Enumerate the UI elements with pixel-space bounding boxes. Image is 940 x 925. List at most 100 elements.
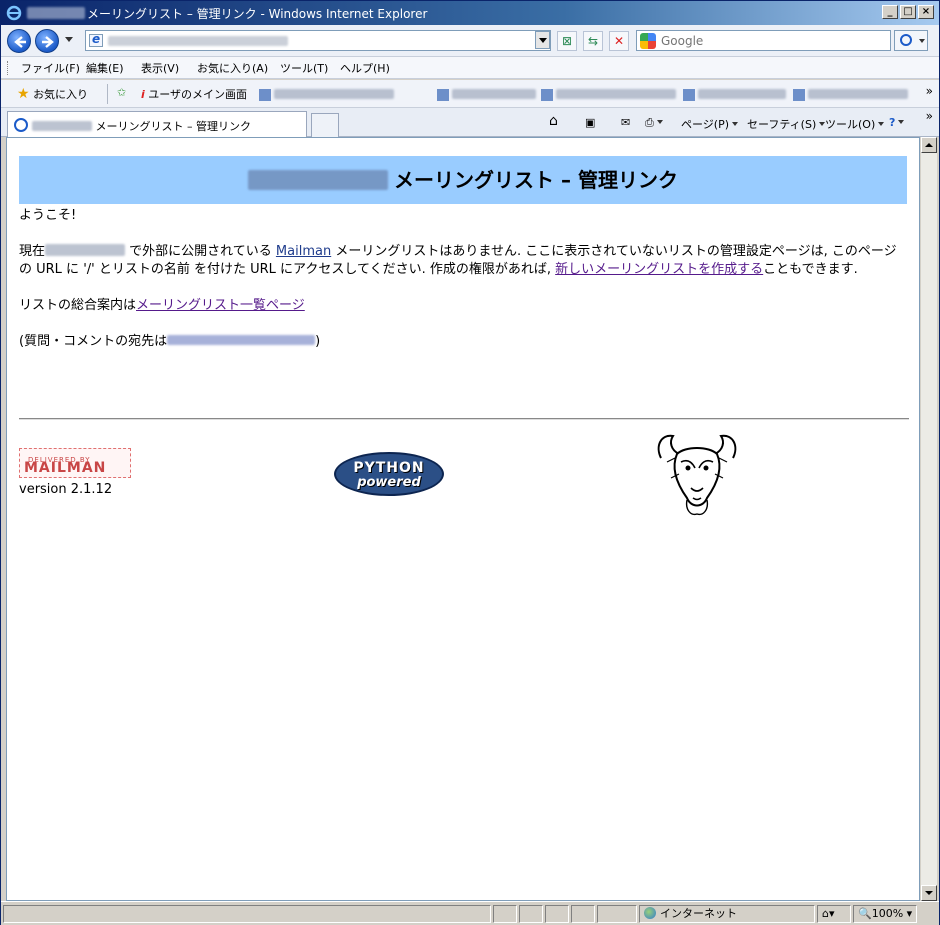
- status-pane-5: [597, 905, 637, 923]
- page-menu[interactable]: ページ(P): [681, 116, 738, 132]
- favorite-page-icon: [683, 89, 695, 101]
- scroll-up-button[interactable]: [921, 137, 937, 153]
- status-bar: インターネット ⌂▾ 🔍100% ▾: [1, 901, 939, 925]
- scroll-down-button[interactable]: [921, 885, 937, 901]
- add-favorite-icon[interactable]: ✩: [117, 86, 126, 99]
- toolbar-grip: [7, 61, 9, 75]
- mail-icon[interactable]: ✉: [621, 116, 630, 129]
- status-pane-1: [493, 905, 517, 923]
- zoom-button[interactable]: 🔍100% ▾: [853, 905, 917, 923]
- status-pane-2: [519, 905, 543, 923]
- python-logo-bottom: powered: [357, 475, 421, 490]
- blurred-favorite-3: [556, 89, 676, 99]
- intro-paragraph: 現在 で外部に公開されている Mailman メーリングリストはありません. こ…: [19, 244, 897, 277]
- internet-globe-icon: [644, 907, 656, 919]
- forward-arrow-icon: [42, 36, 54, 48]
- blurred-email: [167, 335, 316, 345]
- command-overflow-icon[interactable]: »: [926, 109, 933, 123]
- maximize-button[interactable]: □: [900, 5, 916, 19]
- overview-text: リストの総合案内はメーリングリスト一覧ページ: [19, 298, 305, 313]
- menu-bar: ファイル(F) 編集(E) 表示(V) お気に入り(A) ツール(T) ヘルプ(…: [1, 57, 939, 79]
- menu-help[interactable]: ヘルプ(H): [340, 60, 390, 76]
- address-dropdown[interactable]: [535, 31, 550, 49]
- close-button[interactable]: ×: [918, 5, 934, 19]
- python-powered-logo[interactable]: PYTHON powered: [334, 452, 444, 496]
- list-overview-link[interactable]: メーリングリスト一覧ページ: [136, 298, 305, 313]
- search-input[interactable]: [659, 32, 887, 49]
- blurred-favorite-2: [452, 89, 536, 99]
- footer-divider: [19, 418, 909, 420]
- favorites-button[interactable]: ★ お気に入り: [17, 86, 88, 102]
- favorite-link-5[interactable]: [793, 88, 908, 101]
- blurred-favorite-1: [274, 89, 394, 99]
- security-zone-pane[interactable]: インターネット: [639, 905, 815, 923]
- favorite-page-icon: [793, 89, 805, 101]
- blurred-host: [27, 7, 85, 19]
- google-icon: [640, 33, 656, 49]
- heading-banner: メーリングリスト – 管理リンク: [19, 156, 907, 204]
- vertical-scrollbar[interactable]: [920, 137, 937, 901]
- contact-text: (質問・コメントの宛先は): [19, 334, 321, 349]
- page-icon: [89, 32, 103, 47]
- tab-ie-icon: [14, 118, 28, 132]
- blurred-heading-host: [248, 170, 389, 190]
- favorite-link-4[interactable]: [683, 88, 786, 101]
- tools-menu[interactable]: ツール(O): [825, 116, 885, 132]
- address-toolbar: ⊠ ⇆ ✕: [1, 25, 939, 57]
- refresh-icon[interactable]: ⇆: [583, 31, 603, 51]
- window-title: メーリングリスト – 管理リンク - Windows Internet Expl…: [27, 5, 427, 22]
- home-icon[interactable]: ⌂: [549, 113, 558, 129]
- favorite-page-icon: [259, 89, 271, 101]
- forward-button[interactable]: [35, 29, 59, 53]
- title-bar: メーリングリスト – 管理リンク - Windows Internet Expl…: [1, 1, 939, 25]
- blurred-url: [108, 36, 288, 46]
- status-text-pane: [3, 905, 491, 923]
- recent-pages-dropdown[interactable]: [65, 37, 73, 42]
- menu-edit[interactable]: 編集(E): [86, 60, 124, 76]
- favorite-link-3[interactable]: [541, 88, 676, 101]
- mailman-link[interactable]: Mailman: [276, 244, 331, 259]
- mailman-logo-main: MAILMAN: [24, 460, 107, 476]
- page-viewport: メーリングリスト – 管理リンク ようこそ! 現在 で外部に公開されている Ma…: [6, 137, 920, 901]
- favorite-page-icon: [541, 89, 553, 101]
- favorites-separator: [107, 84, 108, 104]
- favorites-star-icon: ★: [17, 86, 30, 102]
- create-list-link[interactable]: 新しいメーリングリストを作成する: [555, 262, 763, 277]
- browser-window: メーリングリスト – 管理リンク - Windows Internet Expl…: [0, 0, 940, 925]
- menu-view[interactable]: 表示(V): [141, 60, 179, 76]
- ie-favorite-icon: i: [141, 88, 145, 101]
- page-heading: メーリングリスト – 管理リンク: [19, 156, 907, 193]
- ie-logo-icon: [6, 5, 22, 21]
- page-content: メーリングリスト – 管理リンク ようこそ! 現在 で外部に公開されている Ma…: [19, 156, 909, 516]
- status-pane-3: [545, 905, 569, 923]
- favorite-main-screen[interactable]: i ユーザのメイン画面: [141, 86, 247, 102]
- menu-favorites[interactable]: お気に入り(A): [197, 60, 268, 76]
- help-icon[interactable]: ?: [889, 116, 905, 129]
- favorite-link-2[interactable]: [437, 88, 536, 101]
- menu-tools[interactable]: ツール(T): [280, 60, 328, 76]
- gnu-head-logo[interactable]: [651, 428, 743, 518]
- address-input[interactable]: [85, 30, 551, 51]
- protected-mode-icon[interactable]: ⌂▾: [817, 905, 851, 923]
- blurred-tab-host: [32, 121, 92, 131]
- search-box[interactable]: [636, 30, 891, 51]
- tab-admin-links[interactable]: メーリングリスト – 管理リンク: [7, 111, 307, 137]
- menu-file[interactable]: ファイル(F): [21, 60, 80, 76]
- favorites-overflow-icon[interactable]: »: [926, 84, 933, 98]
- minimize-button[interactable]: _: [882, 5, 898, 19]
- stop-icon[interactable]: ✕: [609, 31, 629, 51]
- new-tab-button[interactable]: [311, 113, 339, 137]
- safety-menu[interactable]: セーフティ(S): [747, 116, 826, 132]
- status-pane-4: [571, 905, 595, 923]
- search-button[interactable]: [894, 30, 928, 51]
- blurred-favorite-4: [698, 89, 786, 99]
- mailman-logo[interactable]: DELIVERED BY MAILMAN: [19, 448, 131, 478]
- favorite-page-icon: [437, 89, 449, 101]
- tab-bar: メーリングリスト – 管理リンク ⌂ ▣ ✉ ⎙ ページ(P) セーフティ(S)…: [1, 108, 939, 137]
- contact-email-link[interactable]: [167, 334, 316, 349]
- print-icon[interactable]: ⎙: [645, 116, 663, 130]
- back-button[interactable]: [7, 29, 31, 53]
- favorite-link-1[interactable]: [259, 88, 394, 101]
- compatibility-icon[interactable]: ⊠: [557, 31, 577, 51]
- feeds-icon[interactable]: ▣: [585, 116, 595, 129]
